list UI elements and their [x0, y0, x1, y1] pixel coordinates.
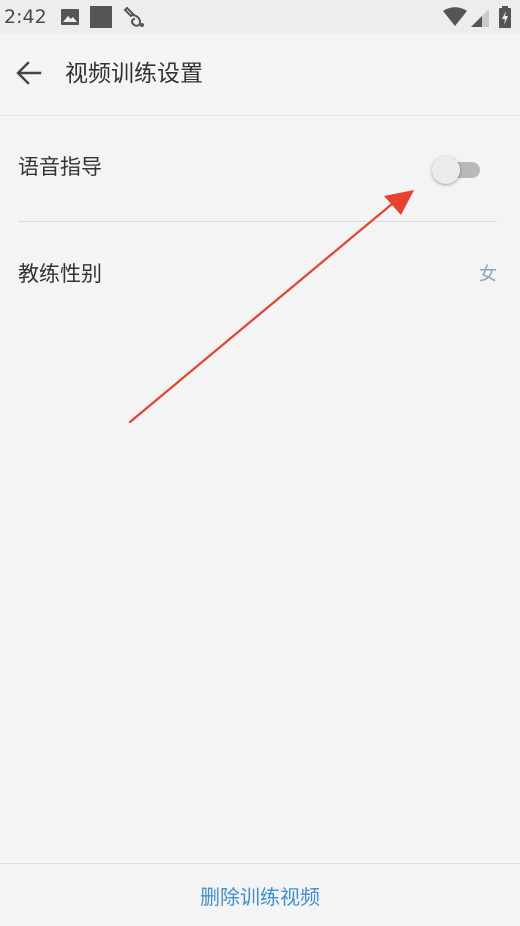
gesture-notification-icon: [121, 0, 147, 34]
voice-guidance-toggle[interactable]: [432, 155, 482, 185]
cell-signal-icon: [470, 0, 490, 34]
arrow-left-icon: [16, 61, 42, 89]
toggle-thumb: [432, 156, 460, 184]
app-bar: 视频训练设置: [0, 34, 520, 116]
voice-guidance-label: 语音指导: [18, 155, 102, 179]
wifi-icon: [443, 0, 467, 34]
status-bar: 2:42: [0, 0, 520, 34]
coach-gender-label: 教练性别: [18, 262, 102, 286]
bottom-bar: 删除训练视频: [0, 863, 520, 926]
battery-charging-icon: [498, 0, 512, 34]
square-notification-icon: [90, 0, 112, 34]
coach-gender-row[interactable]: 教练性别 女: [0, 222, 520, 326]
status-time: 2:42: [4, 6, 47, 28]
back-button[interactable]: [6, 50, 52, 100]
image-icon: [60, 0, 80, 34]
coach-gender-value: 女: [479, 264, 497, 285]
delete-training-video-button[interactable]: 删除训练视频: [0, 864, 520, 926]
page-title: 视频训练设置: [65, 61, 203, 87]
